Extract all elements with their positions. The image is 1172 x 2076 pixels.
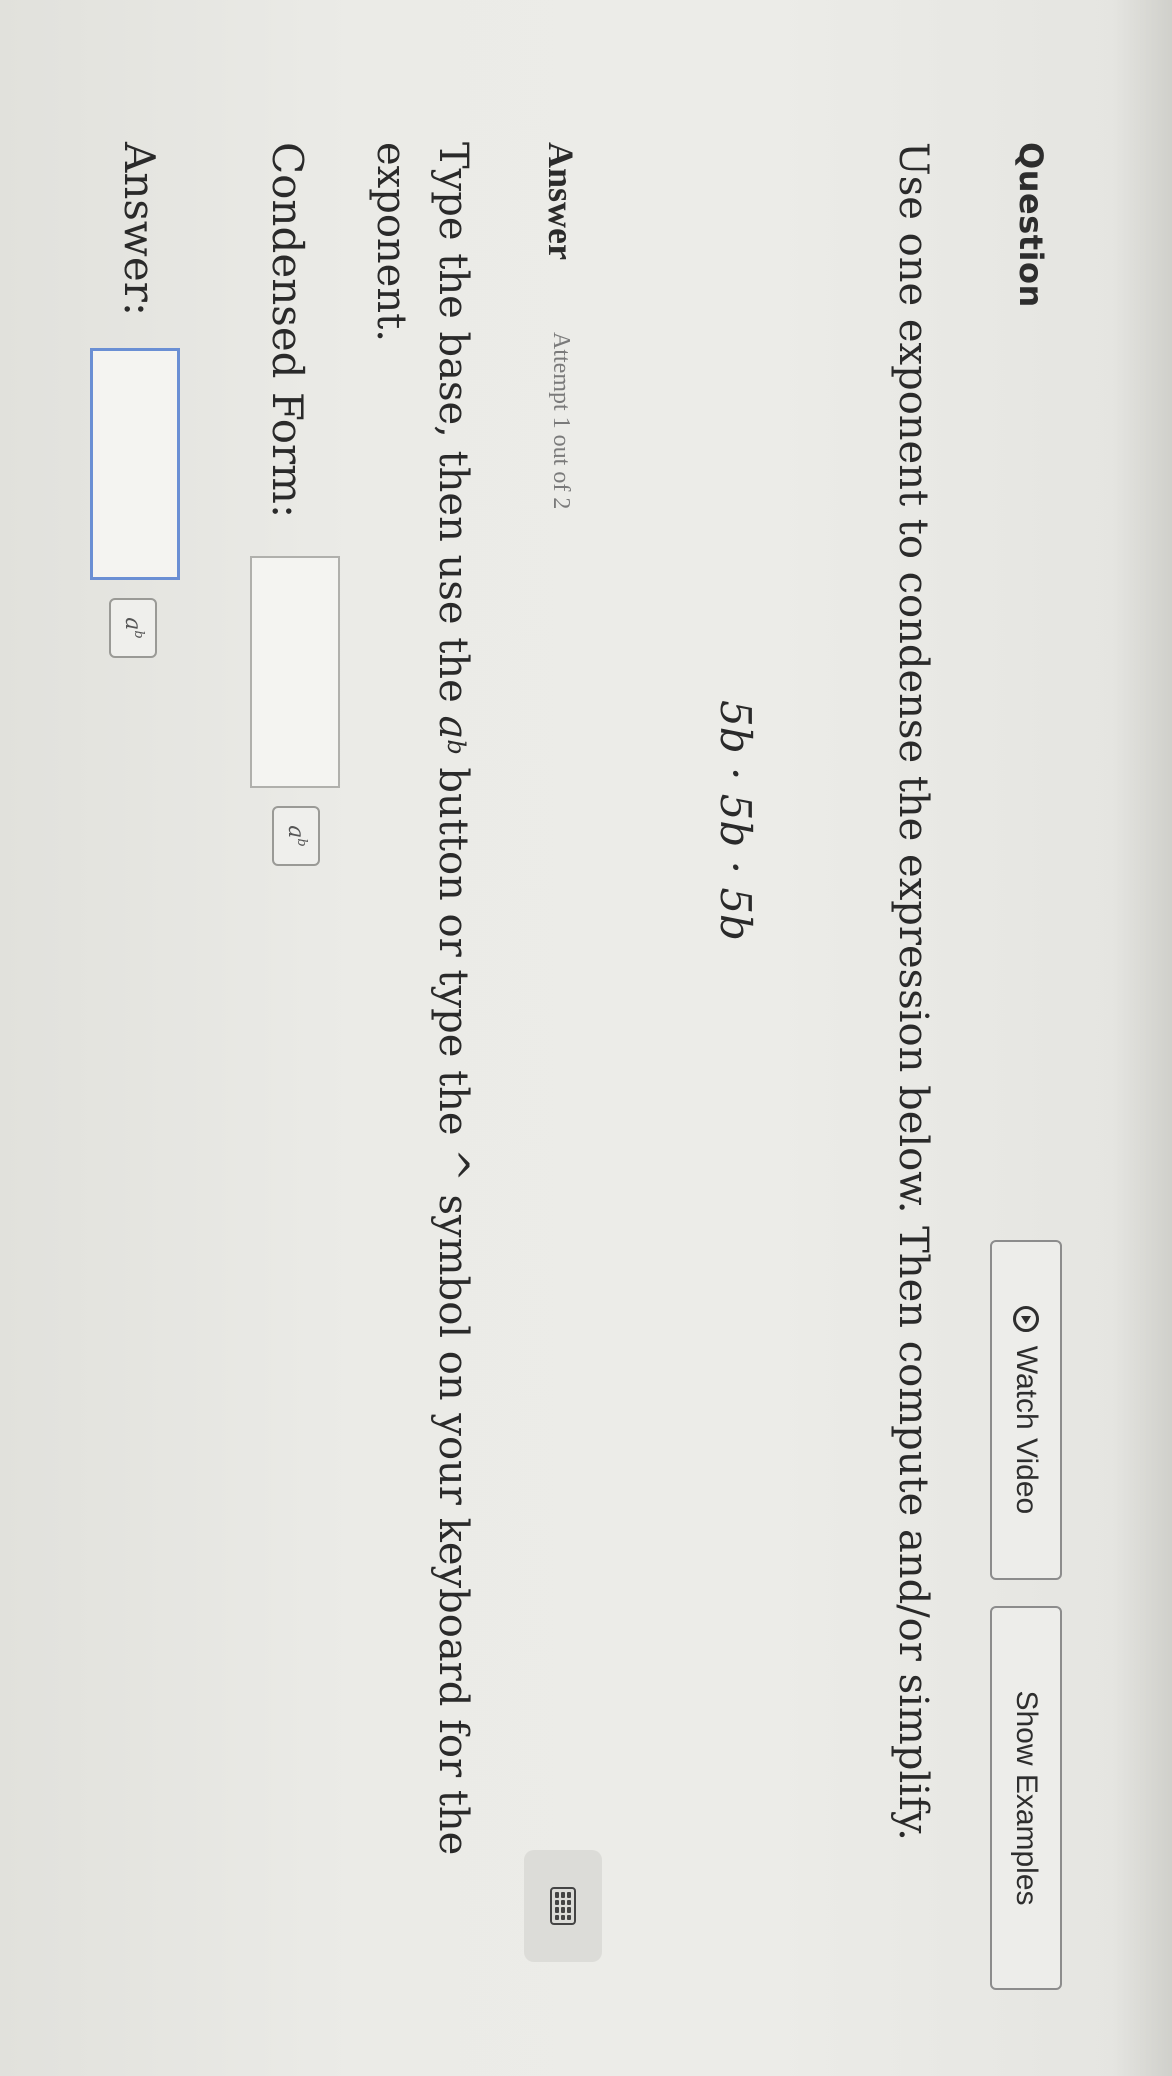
math-expression: 5b · 5b · 5b (711, 700, 760, 941)
keyboard-icon (550, 1887, 576, 1925)
watch-video-button[interactable]: Watch Video (990, 1240, 1062, 1580)
show-examples-button[interactable]: Show Examples (990, 1606, 1062, 1990)
attempt-counter: Attempt 1 out of 2 (548, 332, 574, 510)
exponent-button-exp: b (294, 838, 310, 847)
answer-exponent-button[interactable]: ab (109, 598, 157, 658)
keyboard-toggle-button[interactable] (524, 1850, 602, 1962)
question-instruction: Use one exponent to condense the express… (890, 142, 936, 1841)
page-shadow (1112, 0, 1172, 2076)
exponent-notation: ab (430, 715, 476, 754)
answer-field-label: Answer: (115, 142, 164, 316)
exponent-button-exp: b (131, 630, 147, 639)
answer-input[interactable] (90, 348, 180, 580)
question-heading: Question (1012, 142, 1050, 308)
answer-hint: Type the base, then use the ab button or… (360, 142, 484, 1862)
question-page: Question Watch Video Show Examples Use o… (0, 0, 1172, 2076)
watch-video-label: Watch Video (1010, 1345, 1043, 1515)
exponent-notation-base: a (430, 715, 476, 740)
show-examples-label: Show Examples (1010, 1690, 1043, 1906)
exponent-notation-exp: b (442, 739, 470, 755)
answer-heading: Answer (541, 142, 581, 260)
play-circle-icon (1013, 1305, 1039, 1332)
exponent-button-base: a (120, 617, 146, 631)
condensed-form-label: Condensed Form: (263, 142, 312, 519)
condensed-exponent-button[interactable]: ab (272, 806, 320, 866)
exponent-button-base: a (283, 825, 309, 839)
condensed-form-input[interactable] (250, 556, 340, 788)
hint-text-part1: Type the base, then use the (430, 142, 476, 703)
